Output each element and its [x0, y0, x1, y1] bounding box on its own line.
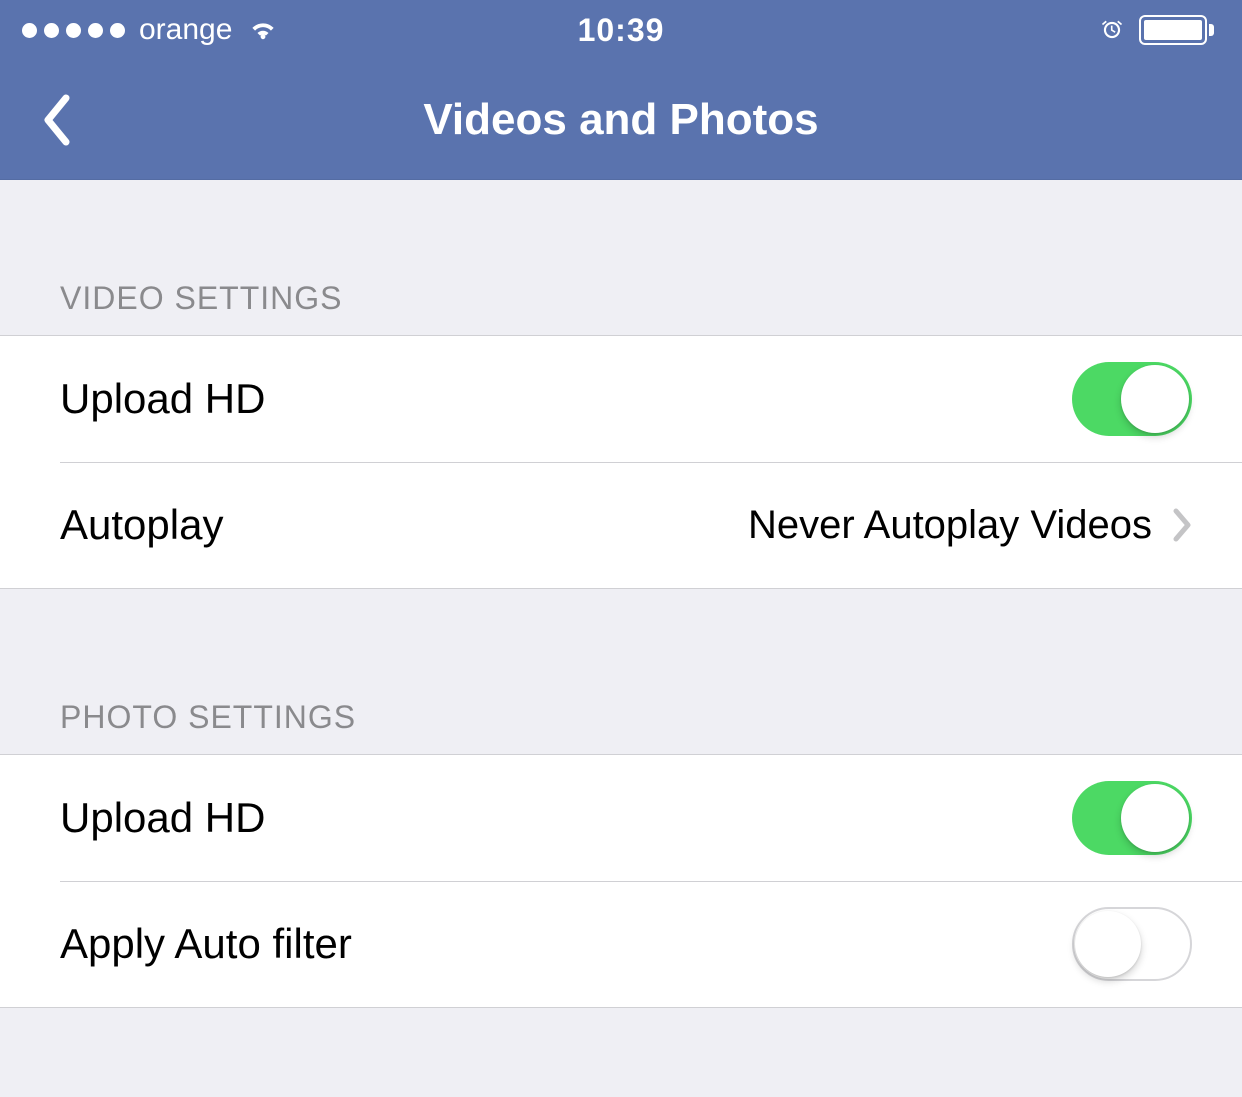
clock-time: 10:39 — [578, 12, 665, 49]
section-video: Upload HD Autoplay Never Autoplay Videos — [0, 335, 1242, 589]
wifi-icon — [246, 13, 280, 47]
cellular-signal-icon — [22, 23, 125, 38]
row-label: Upload HD — [60, 375, 265, 423]
status-left: orange — [22, 13, 280, 47]
section-photo: Upload HD Apply Auto filter — [0, 754, 1242, 1008]
alarm-icon — [1099, 17, 1125, 43]
row-photo-upload-hd: Upload HD — [0, 755, 1242, 881]
chevron-right-icon — [1172, 508, 1192, 542]
row-label: Upload HD — [60, 794, 265, 842]
section-header-video: VIDEO SETTINGS — [0, 280, 1242, 335]
row-label: Autoplay — [60, 501, 223, 549]
chevron-left-icon — [42, 94, 70, 146]
row-auto-filter: Apply Auto filter — [0, 881, 1242, 1007]
status-bar: orange 10:39 — [0, 0, 1242, 60]
toggle-auto-filter[interactable] — [1072, 907, 1192, 981]
row-autoplay[interactable]: Autoplay Never Autoplay Videos — [0, 462, 1242, 588]
carrier-label: orange — [139, 13, 232, 47]
row-label: Apply Auto filter — [60, 920, 352, 968]
battery-icon — [1139, 15, 1214, 45]
autoplay-value: Never Autoplay Videos — [748, 503, 1152, 548]
page-title: Videos and Photos — [423, 95, 818, 145]
row-video-upload-hd: Upload HD — [0, 336, 1242, 462]
status-right — [1099, 15, 1214, 45]
nav-header: Videos and Photos — [0, 60, 1242, 180]
back-button[interactable] — [32, 90, 80, 150]
toggle-video-upload-hd[interactable] — [1072, 362, 1192, 436]
toggle-photo-upload-hd[interactable] — [1072, 781, 1192, 855]
section-header-photo: PHOTO SETTINGS — [0, 699, 1242, 754]
